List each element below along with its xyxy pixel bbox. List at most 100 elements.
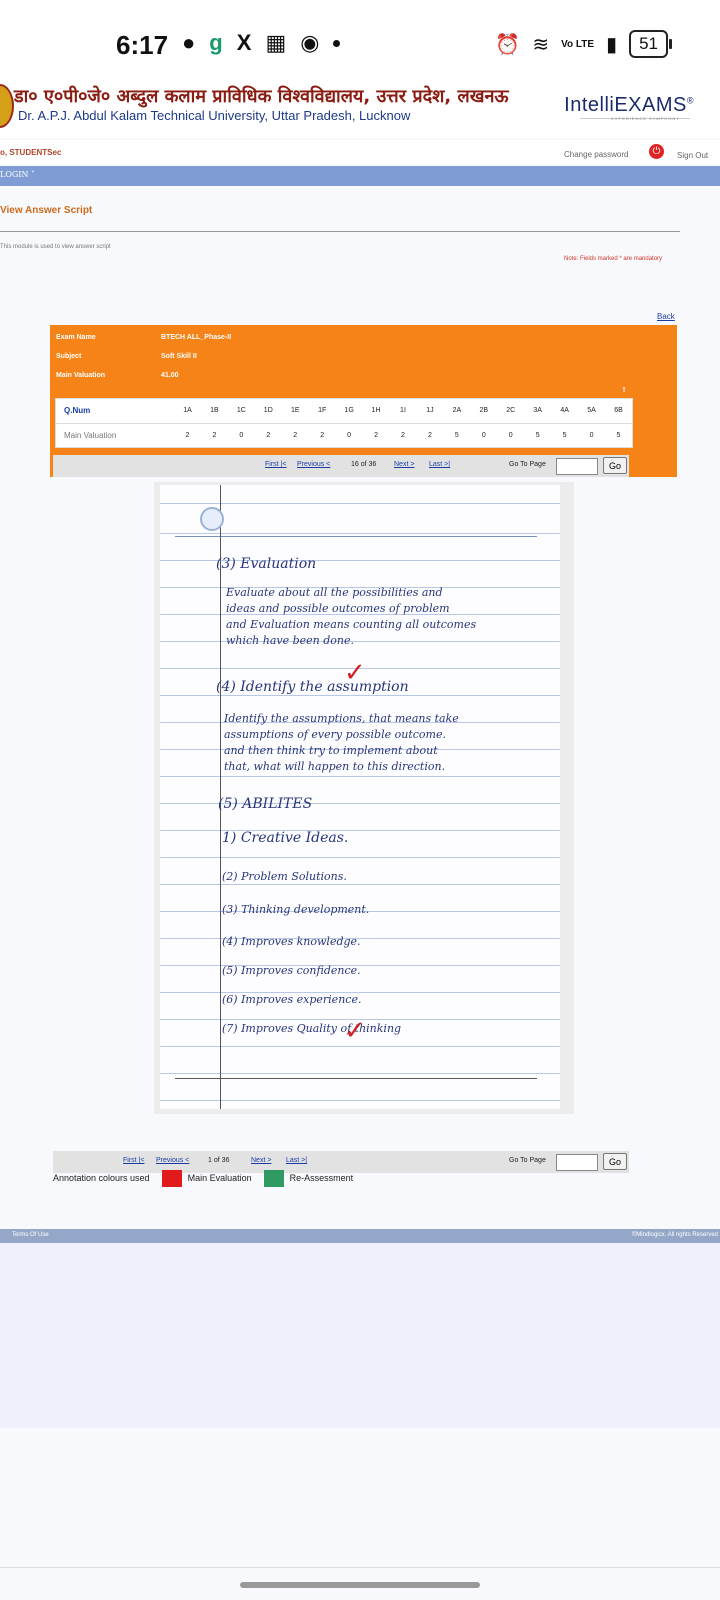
handwriting-line: (3) Thinking development. bbox=[222, 903, 370, 916]
intelliexams-logo: IntelliEXAMS® bbox=[564, 94, 694, 117]
qnum-cell: 1A bbox=[183, 406, 192, 414]
x-app-icon: X bbox=[236, 30, 252, 55]
main-valuation-value: 41.00 bbox=[161, 372, 179, 379]
mark-cell: 2 bbox=[212, 431, 217, 439]
handwriting-line: (2) Problem Solutions. bbox=[222, 870, 347, 883]
mark-cell: 0 bbox=[508, 431, 513, 439]
sheet-bottom-line bbox=[175, 1078, 537, 1079]
red-check-icon: ✓ bbox=[344, 658, 366, 688]
status-time: 6:17 bbox=[116, 30, 169, 60]
handwriting-line: (5) ABILITES bbox=[218, 796, 313, 812]
qnum-cell: 5A bbox=[587, 406, 596, 414]
registered-icon: ® bbox=[686, 95, 694, 106]
g-app-icon: g bbox=[209, 30, 223, 55]
qnum-cell: 1B bbox=[210, 406, 219, 414]
university-name-hindi: डा० ए०पी०जे० अब्दुल कलाम प्राविधिक विश्व… bbox=[14, 86, 509, 107]
change-password-link[interactable]: Change password bbox=[564, 150, 628, 159]
handwriting-line: and Evaluation means counting all outcom… bbox=[226, 618, 477, 631]
brand-tagline: EXPERIENCE SYMPHONY bbox=[611, 116, 680, 121]
power-icon[interactable]: ⏻ bbox=[649, 144, 664, 159]
first-page-link[interactable]: First |< bbox=[123, 1157, 144, 1164]
qnum-cell: 1F bbox=[318, 406, 327, 414]
handwriting-line: Identify the assumptions, that means tak… bbox=[224, 712, 459, 725]
qnum-cell: 1H bbox=[371, 406, 381, 414]
subject-label: Subject bbox=[56, 353, 82, 360]
mark-cell: 5 bbox=[454, 431, 459, 439]
network-label: Vo LTE bbox=[561, 38, 595, 50]
mark-cell: 2 bbox=[266, 431, 271, 439]
mark-cell: 5 bbox=[562, 431, 567, 439]
login-menu[interactable]: LOGIN ˅ bbox=[0, 170, 35, 179]
sign-out-link[interactable]: Sign Out bbox=[677, 151, 708, 160]
university-name-english: Dr. A.P.J. Abdul Kalam Technical Univers… bbox=[18, 108, 411, 123]
mandatory-note: Note: Fields marked * are mandatory bbox=[564, 256, 663, 262]
qnum-cell: 1J bbox=[426, 406, 434, 414]
handwriting-line: ideas and possible outcomes of problem bbox=[226, 602, 450, 615]
page-indicator: 16 of 36 bbox=[351, 461, 377, 468]
mark-cell: 2 bbox=[293, 431, 298, 439]
mark-cell: 0 bbox=[347, 431, 352, 439]
footer-bar bbox=[0, 1229, 720, 1243]
previous-page-link[interactable]: Previous < bbox=[297, 461, 330, 468]
mark-cell: 0 bbox=[239, 431, 244, 439]
reassessment-swatch bbox=[263, 1169, 284, 1187]
qnum-cell: 1E bbox=[290, 406, 300, 414]
previous-page-link[interactable]: Previous < bbox=[156, 1157, 189, 1164]
qnum-cell: 1D bbox=[263, 406, 273, 414]
qnum-cell: 6B bbox=[614, 406, 623, 414]
handwriting-line: (4) Improves knowledge. bbox=[222, 935, 361, 948]
marks-header-row: Q.Num 1A 1B 1C 1D 1E 1F 1G 1H 1I 1J 2A 2… bbox=[56, 399, 632, 421]
signal-icon: ▮ bbox=[606, 33, 618, 56]
main-valuation-row-label: Main Valuation bbox=[64, 430, 117, 440]
handwriting-line: (6) Improves experience. bbox=[222, 993, 362, 1006]
go-button[interactable]: Go bbox=[603, 457, 627, 474]
reassessment-label: Re-Assessment bbox=[289, 1173, 354, 1183]
last-page-link[interactable]: Last >| bbox=[286, 1157, 307, 1164]
gallery-icon: ▦ bbox=[265, 30, 287, 55]
dot-icon bbox=[333, 39, 341, 47]
annotation-label: Annotation colours used bbox=[53, 1173, 150, 1183]
mark-cell: 5 bbox=[535, 431, 540, 439]
qnum-cell: 2B bbox=[479, 406, 489, 414]
goto-page-input[interactable] bbox=[556, 458, 598, 475]
mark-cell: 2 bbox=[320, 431, 325, 439]
subject-value: Soft Skill II bbox=[161, 353, 197, 360]
battery-icon: 51 bbox=[629, 30, 672, 58]
qnum-cell: 3A bbox=[533, 406, 542, 414]
go-button[interactable]: Go bbox=[603, 1153, 627, 1170]
main-valuation-label: Main Valuation bbox=[56, 372, 106, 379]
back-link[interactable]: Back bbox=[657, 312, 675, 321]
mark-cell: 5 bbox=[616, 431, 621, 439]
collapse-icon[interactable]: ⇑ bbox=[621, 386, 627, 394]
terms-link[interactable]: Terms Of Use bbox=[12, 1232, 49, 1238]
mark-cell: 2 bbox=[185, 431, 190, 439]
nav-divider bbox=[0, 1567, 720, 1568]
qnum-label: Q.Num bbox=[64, 405, 91, 415]
exam-name-label: Exam Name bbox=[56, 334, 96, 341]
sheet-stamp-icon bbox=[200, 507, 224, 531]
mark-cell: 2 bbox=[401, 431, 405, 439]
qnum-cell: 1I bbox=[400, 406, 406, 414]
next-page-link[interactable]: Next > bbox=[251, 1157, 271, 1164]
qnum-cell: 2A bbox=[452, 406, 462, 414]
marks-value-row: Main Valuation 2 2 0 2 2 2 0 2 2 2 5 0 0… bbox=[56, 423, 632, 446]
annotation-legend: Annotation colours used Main Evaluation … bbox=[53, 1169, 353, 1187]
mark-cell: 0 bbox=[589, 431, 594, 439]
menu-bar bbox=[0, 166, 720, 186]
goto-page-label: Go To Page bbox=[509, 461, 546, 468]
mark-cell: 2 bbox=[427, 431, 432, 439]
page-title: View Answer Script bbox=[0, 205, 93, 216]
mark-cell: 0 bbox=[481, 431, 486, 439]
last-page-link[interactable]: Last >| bbox=[429, 461, 450, 468]
goto-page-input[interactable] bbox=[556, 1154, 598, 1171]
marks-table: Q.Num 1A 1B 1C 1D 1E 1F 1G 1H 1I 1J 2A 2… bbox=[55, 398, 633, 448]
user-name: o, STUDENTSec bbox=[0, 148, 62, 157]
first-page-link[interactable]: First |< bbox=[265, 461, 286, 468]
handwriting-line: assumptions of every possible outcome. bbox=[224, 728, 446, 741]
qnum-cell: 1G bbox=[344, 406, 354, 414]
gesture-nav-bar[interactable] bbox=[240, 1582, 480, 1588]
sheet-top-line bbox=[175, 536, 537, 537]
handwriting-line: (3) Evaluation bbox=[216, 556, 317, 572]
main-evaluation-swatch bbox=[161, 1169, 182, 1187]
next-page-link[interactable]: Next > bbox=[394, 461, 414, 468]
